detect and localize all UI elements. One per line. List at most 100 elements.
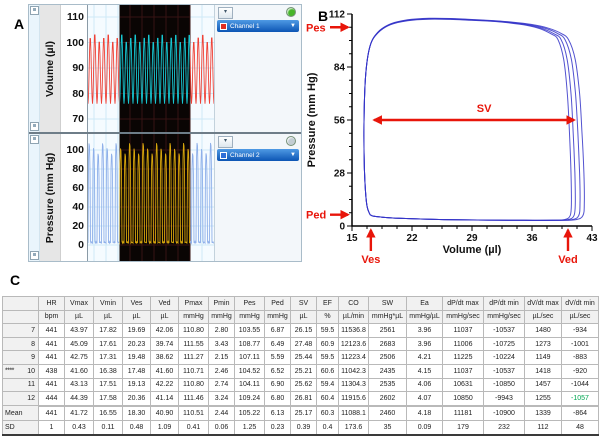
row-label[interactable]: Mean: [3, 407, 39, 421]
table-cell: 5.59: [265, 351, 291, 365]
split-panel-icon[interactable]: [30, 251, 39, 260]
table-cell: 1255: [525, 392, 562, 406]
table-cell: 11304.3: [339, 378, 369, 392]
column-header: Ped: [265, 297, 291, 311]
table-cell: 59.5: [317, 324, 339, 338]
split-panel-icon[interactable]: [30, 122, 39, 131]
waveform-plot[interactable]: [88, 5, 214, 132]
column-header: Vmax: [65, 297, 94, 311]
x-tick-label: 43: [586, 233, 598, 244]
strip-edge-column: [29, 5, 40, 132]
table-row: 844145.0917.6120.2339.74111.553.43108.77…: [3, 337, 599, 351]
table-cell: 42.75: [65, 351, 94, 365]
column-header: EF: [317, 297, 339, 311]
strip-edge-column: [29, 134, 40, 261]
table-cell: -10850: [484, 378, 525, 392]
channel-name: Channel 2: [230, 152, 290, 159]
table-cell: 0.48: [123, 421, 151, 435]
table-cell: 26.15: [291, 324, 317, 338]
table-cell: 441: [39, 324, 65, 338]
unit-header: µL/sec: [525, 310, 562, 324]
table-cell: 44.39: [65, 392, 94, 406]
table-cell: 6.52: [265, 364, 291, 378]
table-cell: 25.21: [291, 364, 317, 378]
table-cell: 232: [484, 421, 525, 435]
table-cell: 39.74: [151, 337, 179, 351]
column-header: Ved: [151, 297, 179, 311]
table-cell: 10631: [443, 378, 484, 392]
waveform-plot[interactable]: [88, 134, 214, 261]
table-cell: 2435: [369, 364, 407, 378]
y-tick-label: 80: [72, 88, 84, 100]
row-label[interactable]: 12: [3, 392, 39, 406]
column-header: Ea: [407, 297, 443, 311]
unit-header: µL: [151, 310, 179, 324]
table-cell: 2683: [369, 337, 407, 351]
row-label[interactable]: ****10: [3, 364, 39, 378]
collapse-panel-icon[interactable]: [30, 6, 39, 15]
collapse-panel-icon[interactable]: [30, 135, 39, 144]
column-header: Vmin: [94, 297, 123, 311]
table-cell: 41.60: [151, 364, 179, 378]
table-cell: 17.51: [94, 378, 123, 392]
table-cell: 1418: [525, 364, 562, 378]
volume-annotation-label: Ves: [361, 254, 380, 266]
panel-a-label: A: [14, 16, 24, 32]
unit-header: mmHg: [179, 310, 209, 324]
chevron-down-icon: ▼: [290, 23, 296, 29]
table-cell: -1057: [562, 392, 599, 406]
table-cell: 105.22: [235, 407, 265, 421]
column-header: Pes: [235, 297, 265, 311]
unit-header: µL: [65, 310, 94, 324]
table-row: SD10.430.110.481.090.410.061.250.230.390…: [3, 421, 599, 435]
table-cell: 112: [525, 421, 562, 435]
table-cell: 438: [39, 364, 65, 378]
table-cell: 41.14: [151, 392, 179, 406]
channel-select-dropdown[interactable]: Channel 1 ▼: [217, 20, 299, 32]
table-cell: 441: [39, 337, 65, 351]
x-tick-label: 15: [346, 233, 358, 244]
table-cell: 25.17: [291, 407, 317, 421]
channel-select-dropdown[interactable]: Channel 2 ▼: [217, 149, 299, 161]
table-cell: 4.07: [407, 392, 443, 406]
table-row: 1244444.3917.5820.3641.14111.463.24109.2…: [3, 392, 599, 406]
unit-header: µL: [123, 310, 151, 324]
table-cell: 42.06: [151, 324, 179, 338]
y-axis-title-band: Volume (µl): [40, 5, 61, 132]
unit-header: µL/sec: [562, 310, 599, 324]
row-label[interactable]: 7: [3, 324, 39, 338]
pv-loop-chart: 02856841121522293643Volume (µl)Pressure …: [304, 0, 600, 266]
table-cell: 11037: [443, 364, 484, 378]
table-cell: 0.41: [179, 421, 209, 435]
row-label[interactable]: 11: [3, 378, 39, 392]
volume-annotation-label: Ved: [558, 254, 578, 266]
table-cell: 1273: [525, 337, 562, 351]
y-tick-label: 20: [72, 220, 84, 232]
unit-header: mmHg/sec: [443, 310, 484, 324]
table-cell: 12123.6: [339, 337, 369, 351]
pressure-channel-strip: Pressure (mm Hg) 100806040200 ▾ Channel …: [29, 132, 301, 261]
plot-menu-dropdown[interactable]: ▾: [218, 136, 233, 148]
table-cell: 2.15: [209, 351, 235, 365]
status-indicator-icon: [286, 7, 296, 17]
pressure-annotation-label: Pes: [306, 22, 326, 34]
row-label[interactable]: 9: [3, 351, 39, 365]
table-cell: 103.55: [235, 324, 265, 338]
row-label[interactable]: SD: [3, 421, 39, 435]
table-cell: 42.22: [151, 378, 179, 392]
y-tick-label: 28: [334, 169, 346, 180]
row-label[interactable]: 8: [3, 337, 39, 351]
y-tick-label: 100: [66, 144, 84, 156]
table-cell: 11536.8: [339, 324, 369, 338]
table-cell: 2535: [369, 378, 407, 392]
table-cell: 441: [39, 407, 65, 421]
table-row: Mean44141.7216.5518.3040.90110.512.44105…: [3, 407, 599, 421]
plot-menu-dropdown[interactable]: ▾: [218, 7, 233, 19]
table-cell: 43.97: [65, 324, 94, 338]
table-cell: 41.72: [65, 407, 94, 421]
table-cell: 3.24: [209, 392, 235, 406]
y-tick-label: 100: [66, 37, 84, 49]
table-cell: 3.96: [407, 324, 443, 338]
table-cell: 1.09: [151, 421, 179, 435]
y-tick-label: 84: [334, 63, 346, 74]
